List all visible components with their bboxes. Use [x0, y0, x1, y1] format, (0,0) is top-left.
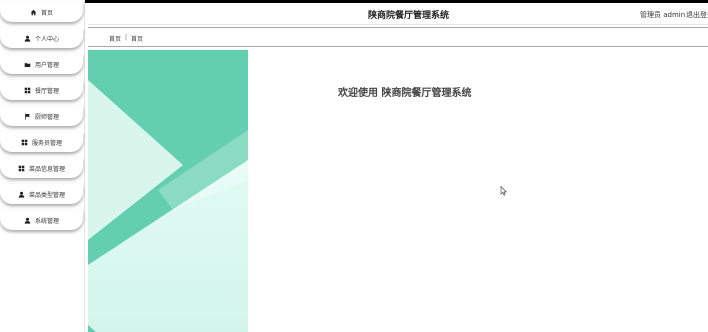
breadcrumb-current: 首页	[131, 36, 144, 43]
grid-icon	[21, 139, 28, 146]
breadcrumb: 首页 | 首页	[109, 34, 143, 43]
breadcrumb-bar: 首页 | 首页	[88, 27, 708, 47]
user-icon	[18, 191, 25, 198]
sidebar-item-chef[interactable]: 厨师管理	[0, 106, 83, 126]
sidebar-item-label: 首页	[40, 9, 53, 17]
user-icon	[24, 35, 31, 42]
site-title: 陕商院餐厅管理系统	[368, 11, 450, 21]
sidebar: 首页 个人中心 用户管理 餐厅管理 厨师管理 服务员管理 菜品信息管理 菜品类型…	[0, 0, 85, 332]
welcome-message: 欢迎使用 陕商院餐厅管理系统	[338, 88, 472, 99]
sidebar-item-label: 餐厅管理	[34, 87, 59, 95]
home-icon	[30, 9, 37, 16]
breadcrumb-separator: |	[125, 34, 128, 41]
sidebar-item-dish-info[interactable]: 菜品信息管理	[0, 158, 83, 178]
folder-icon	[24, 61, 31, 68]
sidebar-item-label: 厨师管理	[34, 113, 59, 121]
sidebar-item-users[interactable]: 用户管理	[0, 54, 83, 74]
sidebar-item-system[interactable]: 系统管理	[0, 210, 83, 230]
flag-icon	[24, 113, 31, 120]
sidebar-item-home[interactable]: 首页	[0, 2, 83, 22]
logout-link[interactable]: 退出登录	[686, 10, 708, 20]
sidebar-item-profile[interactable]: 个人中心	[0, 28, 83, 48]
sidebar-item-waiter[interactable]: 服务员管理	[0, 132, 83, 152]
breadcrumb-home[interactable]: 首页	[109, 34, 121, 43]
mouse-cursor-icon	[500, 186, 508, 196]
sidebar-item-label: 菜品类型管理	[28, 191, 65, 199]
sidebar-item-label: 菜品信息管理	[28, 165, 65, 173]
sidebar-item-label: 系统管理	[34, 217, 59, 225]
sidebar-item-restaurant[interactable]: 餐厅管理	[0, 80, 83, 100]
top-header: 陕商院餐厅管理系统 管理员 admin 退出登录	[88, 3, 708, 25]
sidebar-item-label: 个人中心	[34, 35, 59, 43]
sidebar-item-dish-type[interactable]: 菜品类型管理	[0, 184, 83, 204]
decorative-background	[88, 50, 248, 332]
grid-icon	[24, 87, 31, 94]
sidebar-item-label: 用户管理	[34, 61, 59, 69]
admin-info: 管理员 admin	[640, 11, 686, 19]
user-icon	[24, 217, 31, 224]
sidebar-item-label: 服务员管理	[31, 139, 62, 147]
grid-icon	[18, 165, 25, 172]
